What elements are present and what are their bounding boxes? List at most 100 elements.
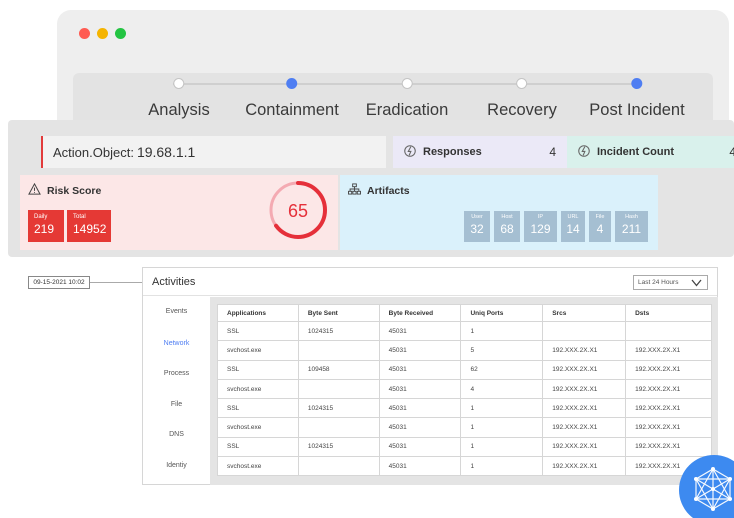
column-header[interactable]: Srcs [542, 304, 627, 322]
table-cell: 1 [460, 436, 544, 458]
tile-label: File [595, 214, 605, 220]
sidebar-item-file[interactable]: File [143, 401, 210, 408]
table-cell: 1024315 [297, 320, 380, 342]
warning-icon [28, 182, 41, 198]
table-row[interactable]: SSL 1024315 45031 1 192.XXX.2X.X1 192.XXX.2X.… [217, 436, 712, 458]
table-body: SSL 1024315 45031 1 svchost.exe 45031 5 192.XXX… [217, 320, 712, 477]
stage-analysis[interactable]: Analysis [148, 78, 210, 120]
chevron-down-icon [691, 275, 702, 290]
stage-eradication[interactable]: Eradication [365, 78, 449, 120]
table-row[interactable]: SSL 1024315 45031 1 [217, 320, 712, 342]
stage-label: Eradication [365, 101, 449, 119]
hierarchy-icon [348, 183, 361, 198]
close-window-button[interactable] [79, 28, 90, 39]
column-header[interactable]: Uniq Ports [460, 304, 544, 322]
activities-title: Activities [152, 275, 196, 288]
artifact-tile-hash[interactable]: Hash 211 [615, 211, 648, 242]
table-cell: 192.XXX.2X.X1 [625, 378, 712, 400]
stage-node [173, 78, 185, 89]
table-cell: SSL [217, 398, 299, 419]
maximize-window-button[interactable] [115, 28, 126, 39]
column-header[interactable]: Byte Sent [297, 304, 380, 322]
network-activity-table: Applications Byte Sent Byte Received Uni… [217, 304, 712, 477]
incident-count-card[interactable]: Incident Count 4 [567, 136, 734, 168]
artifact-tile-url[interactable]: URL 14 [561, 211, 585, 242]
tile-value: 4 [596, 222, 604, 236]
table-row[interactable]: svchost.exe 45031 4 192.XXX.2X.X1 192.XXX.2X… [217, 378, 712, 400]
table-cell: 192.XXX.2X.X1 [542, 417, 627, 438]
table-row[interactable]: svchost.exe 45031 1 192.XXX.2X.X1 192.XXX.2X… [217, 417, 712, 438]
time-range-select[interactable]: Last 24 Hours [633, 275, 708, 290]
total-risk-badge: Total 14952 [67, 210, 111, 242]
artifact-tile-user[interactable]: User 32 [464, 211, 490, 242]
tile-value: 14 [566, 222, 580, 236]
window-controls [79, 28, 126, 39]
stage-containment[interactable]: Containment [245, 78, 339, 120]
table-row[interactable]: svchost.exe 45031 1 192.XXX.2X.X1 192.XXX.2X… [217, 456, 712, 477]
stage-recovery[interactable]: Recovery [487, 78, 557, 120]
table-cell [297, 456, 380, 477]
sidebar-item-process[interactable]: Process [143, 370, 210, 377]
column-header[interactable]: Applications [217, 304, 299, 322]
risk-score-gauge: 65 [267, 179, 329, 246]
table-cell: 45031 [378, 398, 462, 419]
table-row[interactable]: svchost.exe 45031 5 192.XXX.2X.X1 192.XXX.2X… [217, 340, 712, 361]
stage-node [286, 78, 298, 89]
risk-score-value: 65 [288, 201, 308, 221]
stage-post-incident[interactable]: Post Incident [589, 78, 685, 120]
responses-card[interactable]: Responses 4 [393, 136, 568, 168]
table-cell [542, 320, 627, 342]
risk-score-title: Risk Score [28, 182, 102, 198]
sidebar-item-network[interactable]: Network [143, 340, 210, 347]
tile-label: Hash [625, 214, 638, 220]
table-cell: 4 [460, 378, 544, 400]
refresh-icon [577, 144, 591, 161]
table-row[interactable]: SSL 1024315 45031 1 192.XXX.2X.X1 192.XXX.2X.… [217, 398, 712, 419]
tile-value: 32 [470, 222, 484, 236]
tile-label: IP [537, 214, 544, 220]
table-cell: 109458 [297, 359, 380, 380]
table-cell [297, 378, 380, 400]
table-cell: 1024315 [297, 436, 380, 458]
table-cell: 192.XXX.2X.X1 [542, 340, 627, 361]
table-cell: 45031 [378, 359, 462, 380]
activities-panel: Activities Last 24 Hours Events Network … [142, 267, 718, 485]
table-cell: 192.XXX.2X.X1 [625, 340, 712, 361]
sidebar-item-identity[interactable]: Identiy [143, 462, 210, 469]
sidebar-item-events[interactable]: Events [143, 308, 210, 315]
assistant-fab[interactable] [679, 455, 734, 518]
refresh-icon [403, 144, 417, 161]
table-cell: SSL [217, 436, 299, 458]
artifact-tile-ip[interactable]: IP 129 [524, 211, 557, 242]
artifact-tile-file[interactable]: File 4 [589, 211, 611, 242]
table-row[interactable]: SSL 109458 45031 62 192.XXX.2X.X1 192.XXX.2X.… [217, 359, 712, 380]
table-cell: 192.XXX.2X.X1 [625, 359, 712, 380]
table-cell: 1024315 [297, 398, 380, 419]
activities-header: Activities [143, 268, 717, 296]
column-header[interactable]: Dsts [625, 304, 712, 322]
table-cell: 1 [460, 320, 544, 342]
stage-node [401, 78, 413, 89]
table-cell: 45031 [378, 456, 462, 477]
table-cell: 192.XXX.2X.X1 [625, 417, 712, 438]
artifact-tile-host[interactable]: Host 68 [494, 211, 520, 242]
table-cell: 192.XXX.2X.X1 [542, 359, 627, 380]
table-header-row: Applications Byte Sent Byte Received Uni… [217, 304, 712, 322]
tile-value: 68 [500, 222, 514, 236]
action-object-label: Action.Object: [53, 144, 134, 160]
risk-score-label: Risk Score [47, 184, 102, 197]
incident-count-label: Incident Count [597, 146, 674, 158]
action-object-value: 19.68.1.1 [136, 144, 196, 160]
column-header[interactable]: Byte Received [378, 304, 462, 322]
table-cell: svchost.exe [217, 417, 299, 438]
artifacts-title: Artifacts [348, 183, 410, 198]
minimize-window-button[interactable] [97, 28, 108, 39]
table-cell: 45031 [378, 417, 462, 438]
stage-label: Containment [245, 101, 339, 119]
sidebar-item-dns[interactable]: DNS [143, 431, 210, 438]
stage-node [516, 78, 528, 89]
responses-label: Responses [423, 146, 482, 158]
table-cell: 45031 [378, 320, 462, 342]
table-cell: 45031 [378, 378, 462, 400]
table-cell: SSL [217, 320, 299, 342]
